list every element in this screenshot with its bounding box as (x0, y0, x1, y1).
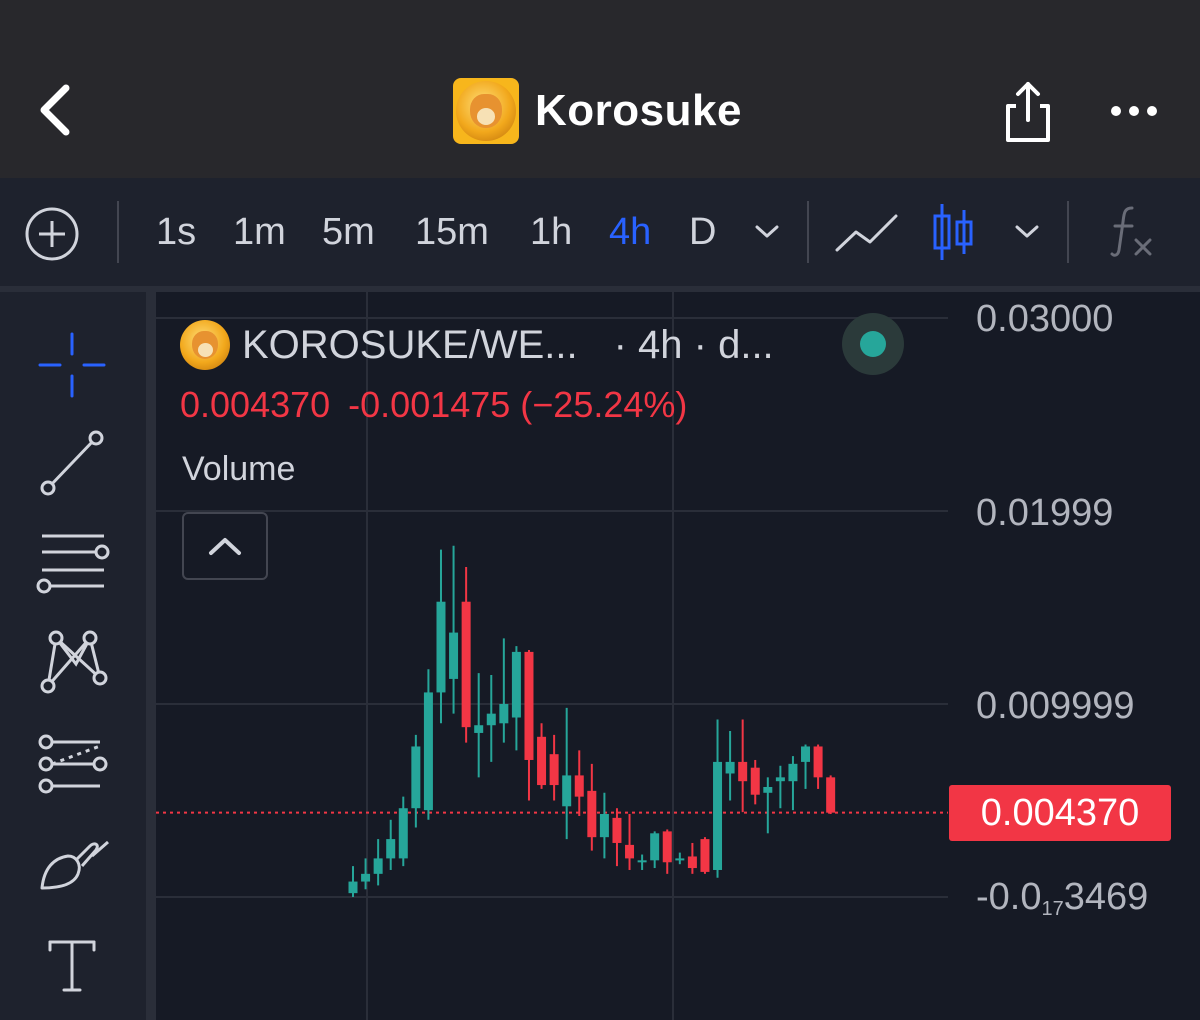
line-chart-icon[interactable] (834, 208, 900, 256)
page-title: Korosuke (535, 86, 742, 135)
panel-divider (146, 292, 156, 1020)
timeframe-1s[interactable]: 1s (156, 210, 196, 254)
candle-body (650, 833, 660, 861)
chevron-down-icon[interactable] (752, 222, 782, 242)
candle-body (386, 839, 396, 859)
timeframe-5m[interactable]: 5m (322, 210, 375, 254)
indicators-fx-icon[interactable] (1108, 204, 1156, 260)
candle-body (738, 761, 748, 782)
pattern-icon (40, 630, 108, 694)
status-dot-icon (860, 331, 886, 357)
korosuke-coin-avatar (180, 320, 230, 370)
chevron-left-icon (40, 84, 70, 136)
share-button[interactable] (1000, 78, 1056, 146)
candle-body (436, 601, 446, 693)
text-icon (48, 940, 96, 992)
candle-body (612, 817, 622, 843)
brush-icon (40, 840, 109, 890)
chevron-down-icon[interactable] (1012, 222, 1042, 242)
legend-last-price: 0.004370 (180, 384, 331, 425)
candle-body (637, 860, 647, 863)
candle-body (398, 808, 408, 859)
toolbar-divider (117, 201, 119, 263)
candle-body (537, 736, 547, 786)
last-price-tag: 0.004370 (949, 785, 1171, 841)
candle-body (713, 761, 723, 870)
korosuke-coin-avatar (453, 78, 519, 144)
toolbar-divider (807, 201, 809, 263)
candle-body (750, 767, 760, 795)
legend-interval: · 4h · d... (613, 322, 774, 367)
header-title-group: Korosuke (453, 78, 742, 144)
crosshair-tool[interactable] (30, 324, 114, 408)
candle-body (662, 831, 672, 863)
pattern-tool[interactable] (30, 620, 114, 704)
app-header: Korosuke (0, 0, 1200, 178)
candle-body (511, 651, 521, 718)
back-button[interactable] (30, 80, 86, 140)
candle-body (348, 881, 358, 894)
chevron-up-icon (209, 538, 241, 555)
candle-body (474, 725, 484, 733)
prediction-icon (38, 734, 108, 794)
candle-body (423, 692, 433, 811)
candlestick-icon[interactable] (928, 202, 978, 262)
price-axis-label: 0.03000 (976, 298, 1114, 340)
candle-body (700, 839, 710, 872)
volume-indicator-label[interactable]: Volume (182, 450, 295, 489)
market-status-indicator[interactable] (842, 313, 904, 375)
candle-body (725, 761, 735, 774)
candle-body (625, 844, 635, 859)
candle-body (826, 777, 836, 813)
brush-tool[interactable] (30, 826, 114, 910)
candle-body (549, 754, 559, 786)
candle-body (499, 704, 509, 724)
candle-body (373, 858, 383, 874)
prediction-tool[interactable] (30, 724, 114, 808)
trend-line-icon (40, 430, 104, 496)
crosshair-icon (38, 332, 106, 398)
candle-body (801, 746, 811, 762)
text-tool[interactable] (30, 928, 114, 1012)
candle-body (449, 632, 459, 679)
more-options-button[interactable] (1106, 96, 1162, 126)
price-axis-label: -0.0173469 (976, 876, 1149, 920)
candle-body (788, 763, 798, 782)
toolbar-divider (1067, 201, 1069, 263)
timeframe-1m[interactable]: 1m (233, 210, 286, 254)
collapse-legend-button[interactable] (182, 512, 268, 580)
candle-body (687, 856, 697, 869)
candle-body (599, 814, 609, 838)
more-horizontal-icon (1111, 106, 1157, 116)
add-circle-icon[interactable] (24, 206, 80, 262)
timeframe-4h[interactable]: 4h (609, 210, 651, 254)
chart-legend[interactable]: KOROSUKE/WE... · 4h · d... (180, 318, 774, 372)
candle-body (524, 651, 534, 760)
legend-symbol: KOROSUKE/WE... (242, 322, 578, 367)
candle-body (411, 746, 421, 809)
candle-body (587, 790, 597, 838)
price-axis-label: 0.009999 (976, 685, 1135, 727)
candle-body (461, 601, 471, 728)
candle-body (361, 873, 371, 882)
legend-price-change: -0.001475 (−25.24%) (348, 384, 688, 425)
timeframe-d[interactable]: D (689, 210, 716, 254)
candle-body (763, 786, 773, 793)
fib-retracement-icon (36, 534, 110, 594)
timeframe-1h[interactable]: 1h (530, 210, 572, 254)
fib-retracement-tool[interactable] (30, 522, 114, 606)
candle-body (813, 746, 823, 778)
candle-body (574, 775, 584, 797)
candle-body (675, 858, 685, 861)
candle-body (562, 775, 572, 807)
share-icon (1006, 82, 1050, 142)
timeframe-15m[interactable]: 15m (415, 210, 489, 254)
trend-line-tool[interactable] (30, 422, 114, 506)
legend-price-row: 0.004370 -0.001475 (−25.24%) (180, 384, 687, 426)
candle-body (486, 713, 496, 726)
price-axis-label: 0.01999 (976, 492, 1114, 534)
candle-body (775, 777, 785, 782)
